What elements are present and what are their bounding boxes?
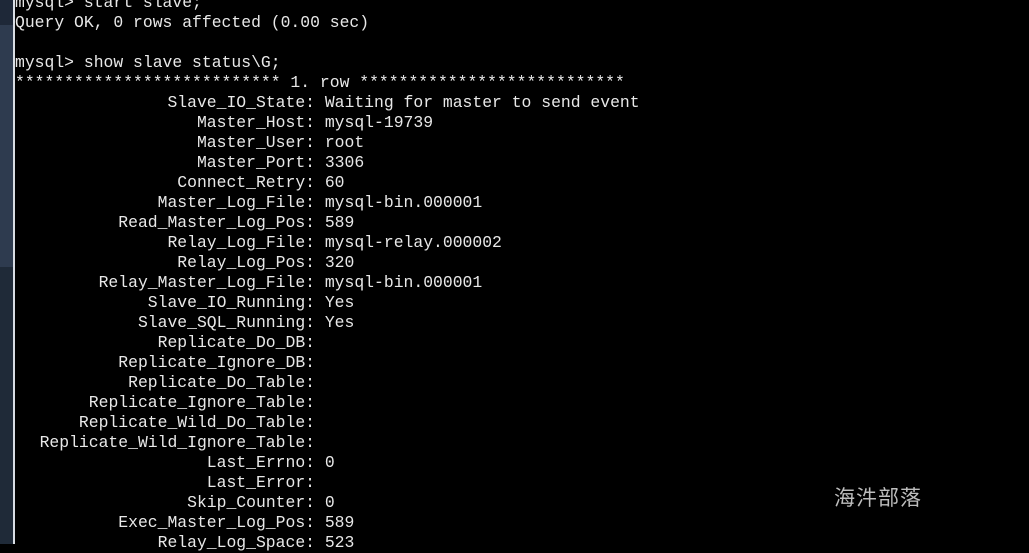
status-field-value: Waiting for master to send event [315, 93, 640, 112]
status-field-row: Replicate_Do_DB: [15, 333, 1029, 353]
output-line: Query OK, 0 rows affected (0.00 sec) [15, 13, 370, 32]
status-field-value: Yes [315, 293, 355, 312]
status-field-name: Replicate_Wild_Do_Table: [78, 413, 315, 432]
status-field-name: Master_Port: [196, 153, 315, 172]
output-line: *************************** 1. row *****… [15, 73, 625, 92]
status-field-name: Slave_IO_State: [167, 93, 315, 112]
status-field-row: Master_Host: mysql-19739 [15, 113, 1029, 133]
status-field-name: Relay_Master_Log_File: [98, 273, 315, 292]
status-field-value: 0 [315, 453, 335, 472]
status-field-value [315, 333, 325, 352]
status-field-row: Master_Port: 3306 [15, 153, 1029, 173]
status-field-row: Relay_Master_Log_File: mysql-bin.000001 [15, 273, 1029, 293]
status-field-name: Last_Errno: [206, 453, 315, 472]
status-field-row: Relay_Log_File: mysql-relay.000002 [15, 233, 1029, 253]
status-field-row: Read_Master_Log_Pos: 589 [15, 213, 1029, 233]
status-field-row: Relay_Log_Space: 523 [15, 533, 1029, 553]
status-field-name: Relay_Log_File: [167, 233, 315, 252]
command-line: mysql> start slave; [15, 0, 1029, 13]
status-field-name: Master_Host: [196, 113, 315, 132]
status-field-row: Replicate_Wild_Do_Table: [15, 413, 1029, 433]
status-field-value: mysql-relay.000002 [315, 233, 502, 252]
status-field-value: 320 [315, 253, 355, 272]
status-field-row: Slave_SQL_Running: Yes [15, 313, 1029, 333]
status-field-name: Exec_Master_Log_Pos: [118, 513, 315, 532]
left-sidebar-strip [0, 0, 13, 544]
status-field-name: Slave_SQL_Running: [137, 313, 315, 332]
status-field-row: Slave_IO_Running: Yes [15, 293, 1029, 313]
status-field-value [315, 413, 325, 432]
status-field-value: 523 [315, 533, 355, 552]
command-text: show slave status\G; [83, 53, 281, 72]
status-field-value: mysql-19739 [315, 113, 434, 132]
status-field-row: Master_Log_File: mysql-bin.000001 [15, 193, 1029, 213]
status-field-value [315, 433, 325, 452]
status-field-value: root [315, 133, 365, 152]
status-field-row: Replicate_Ignore_Table: [15, 393, 1029, 413]
status-field-name: Master_User: [196, 133, 315, 152]
status-field-name: Slave_IO_Running: [147, 293, 315, 312]
status-field-name: Skip_Counter: [187, 493, 315, 512]
status-field-value [315, 393, 325, 412]
sidebar-active-segment[interactable] [0, 25, 13, 267]
status-field-value: mysql-bin.000001 [315, 273, 483, 292]
status-field-value: 589 [315, 513, 355, 532]
sidebar-top-segment [0, 0, 13, 25]
status-field-name: Replicate_Do_DB: [157, 333, 315, 352]
status-field-row: Connect_Retry: 60 [15, 173, 1029, 193]
status-field-name: Replicate_Wild_Ignore_Table: [39, 433, 315, 452]
status-field-value: Yes [315, 313, 355, 332]
status-field-name: Relay_Log_Space: [157, 533, 315, 552]
status-field-value [315, 473, 325, 492]
status-field-name: Replicate_Do_Table: [128, 373, 315, 392]
status-field-value: 589 [315, 213, 355, 232]
status-field-row: Replicate_Do_Table: [15, 373, 1029, 393]
status-field-row: Replicate_Ignore_DB: [15, 353, 1029, 373]
status-field-value [315, 373, 325, 392]
status-field-row: Exec_Master_Log_Pos: 589 [15, 513, 1029, 533]
status-field-name: Master_Log_File: [157, 193, 315, 212]
status-field-row: Replicate_Wild_Ignore_Table: [15, 433, 1029, 453]
status-field-name: Replicate_Ignore_DB: [118, 353, 315, 372]
status-field-row: Relay_Log_Pos: 320 [15, 253, 1029, 273]
command-line: mysql> show slave status\G; [15, 53, 1029, 73]
status-field-row: Slave_IO_State: Waiting for master to se… [15, 93, 1029, 113]
status-field-name: Connect_Retry: [177, 173, 315, 192]
watermark: 海汼部落 [834, 486, 922, 510]
status-field-name: Replicate_Ignore_Table: [88, 393, 315, 412]
status-field-value [315, 353, 325, 372]
status-field-row: Master_User: root [15, 133, 1029, 153]
status-field-name: Last_Error: [206, 473, 315, 492]
prompt: mysql> [15, 53, 84, 72]
prompt: mysql> [15, 0, 84, 12]
status-field-value: 0 [315, 493, 335, 512]
status-field-name: Read_Master_Log_Pos: [118, 213, 315, 232]
command-text: start slave; [83, 0, 202, 12]
terminal-output[interactable]: mysql> start slave; Query OK, 0 rows affe… [15, 0, 1029, 552]
status-field-row: Last_Errno: 0 [15, 453, 1029, 473]
status-field-value: mysql-bin.000001 [315, 193, 483, 212]
status-field-value: 60 [315, 173, 345, 192]
status-field-value: 3306 [315, 153, 365, 172]
status-field-name: Relay_Log_Pos: [177, 253, 315, 272]
